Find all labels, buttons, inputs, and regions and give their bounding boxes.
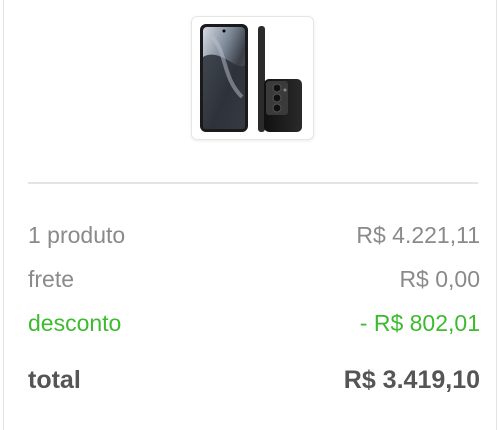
shipping-row: frete R$ 0,00 bbox=[28, 266, 480, 293]
phone-image bbox=[200, 24, 302, 132]
total-label: total bbox=[28, 366, 81, 394]
discount-row: desconto - R$ 802,01 bbox=[28, 310, 480, 337]
shipping-label: frete bbox=[28, 266, 75, 292]
product-thumbnail[interactable] bbox=[191, 16, 314, 140]
discount-label: desconto bbox=[28, 310, 122, 336]
items-row: 1 produto R$ 4.221,11 bbox=[28, 222, 480, 249]
order-summary-panel: 1 produto R$ 4.221,11 frete R$ 0,00 desc… bbox=[3, 0, 497, 430]
items-value: R$ 4.221,11 bbox=[356, 222, 480, 248]
total-row: total R$ 3.419,10 bbox=[28, 366, 480, 395]
total-value: R$ 3.419,10 bbox=[343, 366, 480, 394]
divider bbox=[28, 182, 478, 184]
shipping-value: R$ 0,00 bbox=[399, 266, 480, 292]
items-label: 1 produto bbox=[28, 222, 126, 248]
discount-value: - R$ 802,01 bbox=[359, 310, 480, 336]
